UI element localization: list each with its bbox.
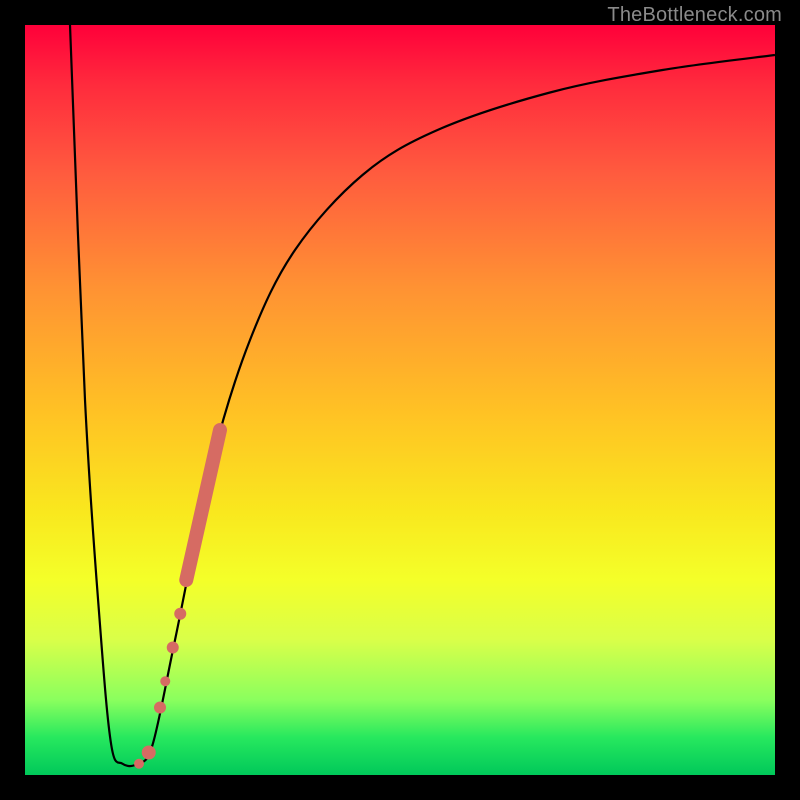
highlight-dot [174, 608, 186, 620]
highlight-segment [186, 430, 220, 580]
chart-plot-area [25, 25, 775, 775]
highlight-markers [134, 430, 220, 769]
highlight-dot [134, 759, 144, 769]
chart-svg [25, 25, 775, 775]
bottleneck-curve [70, 25, 775, 766]
watermark-text: TheBottleneck.com [607, 4, 782, 27]
highlight-dot [160, 676, 170, 686]
chart-frame: TheBottleneck.com [0, 0, 800, 800]
highlight-dot [154, 702, 166, 714]
highlight-dot [167, 642, 179, 654]
highlight-dot [142, 746, 156, 760]
